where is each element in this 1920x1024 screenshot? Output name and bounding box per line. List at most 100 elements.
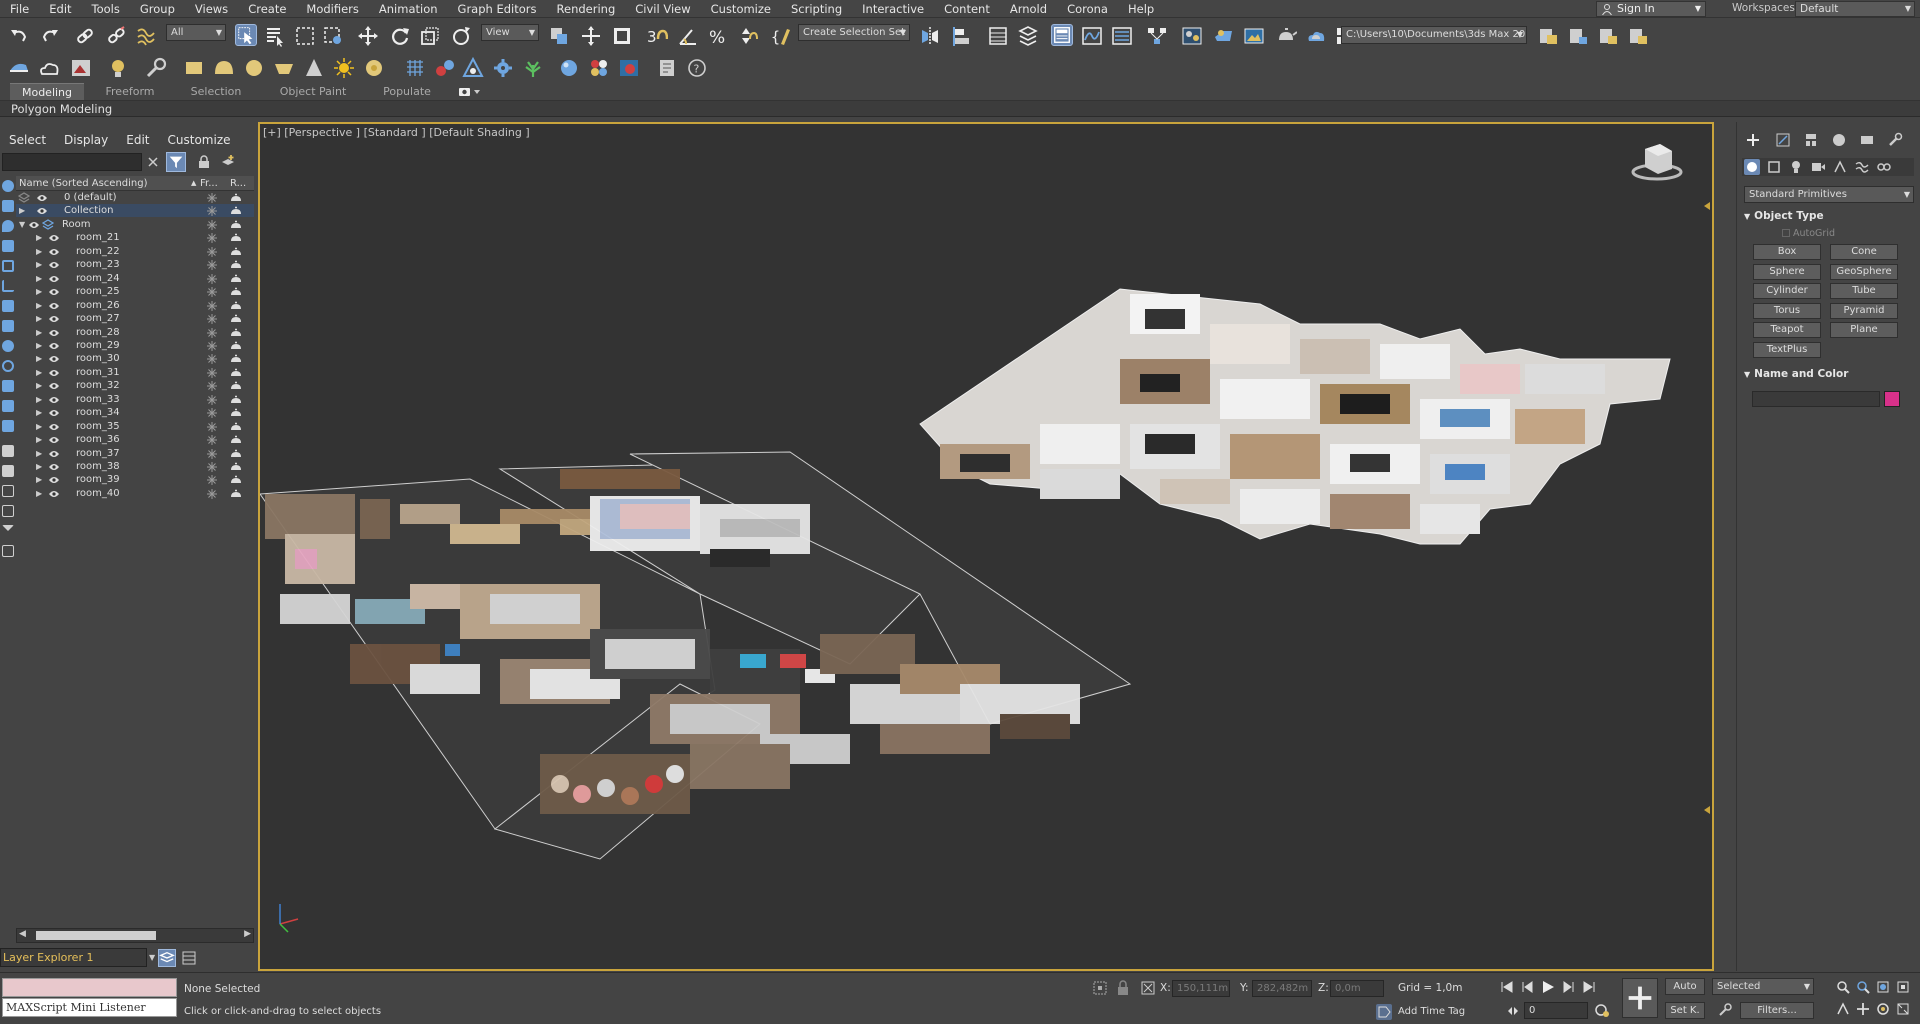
perspective-viewport[interactable] [258,122,1714,971]
renderable-toggle-icon[interactable] [230,341,242,351]
object-row[interactable]: ▶ room_32 [16,379,254,392]
zoom-all-icon[interactable] [1856,980,1870,994]
window-crossing-button[interactable] [322,25,344,47]
expand-arrow-icon[interactable]: ▶ [36,420,42,433]
menu-item-tools[interactable]: Tools [82,0,130,18]
orbit-icon[interactable] [1876,1002,1890,1016]
hemisphere-button[interactable] [213,57,235,79]
scene-explorer-menu-select[interactable]: Select [0,133,55,147]
renderable-toggle-icon[interactable] [230,314,242,324]
freeze-toggle-icon[interactable] [207,193,217,203]
expand-arrow-icon[interactable]: ▶ [36,393,42,406]
scene-explorer-menu-display[interactable]: Display [55,133,117,147]
menu-item-create[interactable]: Create [238,0,296,18]
viewport-label[interactable]: [+] [Perspective ] [Standard ] [Default … [263,126,530,139]
unlink-button[interactable] [105,25,127,47]
display-cameras-icon[interactable] [2,240,14,252]
ribbon-tab-modeling[interactable]: Modeling [10,83,84,100]
material-ball-button[interactable] [558,57,580,79]
display-dependents-icon[interactable] [2,545,14,557]
reference-coordinate-dropdown[interactable]: View ▼ [481,24,539,41]
time-configuration-button[interactable] [1594,1002,1610,1018]
visibility-eye-icon[interactable] [48,449,60,457]
freeze-toggle-icon[interactable] [207,300,217,311]
expand-arrow-icon[interactable]: ▶ [36,366,42,379]
expand-arrow-icon[interactable]: ▶ [36,312,42,325]
expand-arrow-icon[interactable]: ▶ [36,473,42,486]
display-lights-icon[interactable] [2,220,14,232]
toggle-layer-explorer-button[interactable] [1017,25,1039,47]
object-row[interactable]: ▶ room_22 [16,245,254,258]
display-all-icon[interactable] [2,420,14,432]
renderable-toggle-icon[interactable] [230,206,242,216]
freeze-toggle-icon[interactable] [207,233,217,244]
project-folder-button[interactable] [1537,25,1559,47]
menu-item-scripting[interactable]: Scripting [781,0,852,18]
freeze-toggle-icon[interactable] [207,462,217,472]
project-open-button[interactable] [1597,25,1619,47]
display-tab-icon[interactable] [1859,132,1875,148]
object-category-dropdown[interactable]: Standard Primitives ▼ [1744,186,1914,203]
mirror-button[interactable] [919,25,941,47]
menu-item-graph-editors[interactable]: Graph Editors [448,0,547,18]
render-production-button[interactable] [1275,25,1297,47]
view-cube[interactable] [1631,144,1683,181]
display-none-icon[interactable] [2,445,14,457]
selection-lock-button[interactable] [1116,980,1130,996]
select-place-button[interactable] [450,25,472,47]
name-and-color-rollout-header[interactable]: ▼ Name and Color [1742,367,1908,382]
object-row[interactable]: ▶ room_26 [16,299,254,312]
play-icon[interactable] [1540,979,1556,995]
renderable-toggle-icon[interactable] [230,260,242,270]
previous-frame-icon[interactable] [1520,980,1534,994]
layer-explorer-selector[interactable]: Layer Explorer 1 [0,948,147,967]
expand-arrow-icon[interactable]: ▶ [36,406,42,419]
rotate-button[interactable] [389,25,411,47]
display-bones-icon[interactable] [2,340,14,352]
snaps-toggle-button[interactable]: 3 [646,25,668,47]
visibility-eye-icon[interactable] [48,328,60,336]
freeze-toggle-icon[interactable] [207,448,217,459]
renderable-toggle-icon[interactable] [230,381,242,391]
edit-named-selection-button[interactable]: { [770,25,792,47]
menu-item-edit[interactable]: Edit [39,0,81,18]
display-groups-icon[interactable] [2,300,14,312]
create-tab-icon[interactable] [1745,132,1761,148]
object-row[interactable]: ▶ room_40 [16,487,254,500]
ribbon-tab-populate[interactable]: Populate [376,83,438,100]
curve-editor-button[interactable] [1081,25,1103,47]
object-row[interactable]: ▶ room_38 [16,460,254,473]
renderable-toggle-icon[interactable] [230,220,242,230]
lights-category-button[interactable] [1788,159,1804,175]
cloud-button[interactable] [38,57,60,79]
visibility-eye-icon[interactable] [48,475,60,484]
invert-display-icon[interactable] [2,465,14,477]
freeze-toggle-icon[interactable] [207,273,217,284]
renderable-toggle-icon[interactable] [230,489,242,499]
motion-tab-icon[interactable] [1831,132,1847,148]
named-selection-sets-dropdown[interactable]: Create Selection Set ▼ [798,24,910,41]
scene-explorer-toggle[interactable] [181,950,197,966]
object-row[interactable]: ▶ room_24 [16,272,254,285]
chevron-down-icon[interactable]: ▼ [149,950,157,965]
menu-item-customize[interactable]: Customize [701,0,781,18]
plane-button[interactable]: Plane [1830,322,1898,338]
scale-button[interactable] [419,25,441,47]
freeze-toggle-icon[interactable] [207,488,217,499]
teapot-button[interactable]: Teapot [1753,322,1821,338]
spinner-snap-button[interactable] [736,25,758,47]
autogrid-checkbox[interactable]: AutoGrid [1782,228,1835,239]
display-children-icon[interactable] [2,485,14,497]
script-button[interactable] [656,57,678,79]
bowl-button[interactable] [273,57,295,79]
object-row[interactable]: ▶ room_25 [16,285,254,298]
maxscript-listener-output[interactable] [2,978,177,997]
renderable-toggle-icon[interactable] [230,193,242,203]
visibility-eye-icon[interactable] [48,274,60,282]
color-palette-button[interactable] [588,57,610,79]
object-row[interactable]: ▶ room_23 [16,258,254,271]
expand-arrow-icon[interactable]: ▶ [36,285,42,298]
expand-arrow-icon[interactable]: ▶ [36,231,42,244]
scene-explorer-menu-edit[interactable]: Edit [117,133,158,147]
visibility-eye-icon[interactable] [48,260,60,269]
